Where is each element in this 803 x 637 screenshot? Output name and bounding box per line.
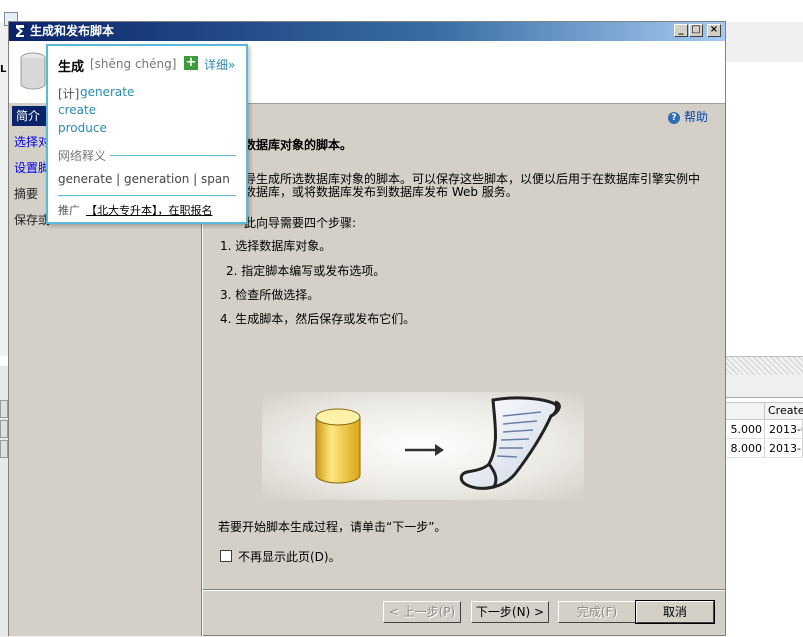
- popup-promo-label: 推广: [58, 204, 80, 217]
- step-item: 2. 指定脚本编写或发布选项。: [226, 264, 386, 278]
- help-icon: ?: [668, 111, 680, 124]
- close-icon: ×: [709, 24, 719, 35]
- sidebar-item-summary: 摘要: [14, 187, 39, 201]
- popup-domain-tag: [计]: [58, 87, 80, 101]
- background-window-top: [0, 0, 803, 22]
- popup-detail-link[interactable]: 详细»: [204, 56, 235, 73]
- help-link[interactable]: ? 帮助: [668, 108, 708, 126]
- intro-text: 导生成所选数据库对象的脚本。可以保存这些脚本，以便以后用于在数据库引擎实例中 数…: [244, 173, 714, 199]
- popup-definition[interactable]: generate: [80, 85, 134, 99]
- database-icon: [308, 405, 368, 489]
- dialog-title: 生成和发布脚本: [30, 24, 115, 38]
- popup-divider: [58, 195, 236, 196]
- sidebar-item-set-scripting-options[interactable]: 设置脚: [14, 158, 50, 178]
- footer-divider: [203, 589, 725, 591]
- sidebar-item-choose-objects[interactable]: 选择对: [14, 132, 50, 152]
- help-label: 帮助: [684, 110, 709, 124]
- popup-section-title: 网络释义: [58, 149, 107, 163]
- background-pane: [725, 62, 803, 356]
- minimize-icon: _: [678, 24, 684, 35]
- script-scroll-icon: [455, 394, 565, 498]
- dont-show-again-checkbox[interactable]: [220, 550, 232, 562]
- background-left-button[interactable]: [0, 440, 8, 458]
- popup-net-definitions[interactable]: generate | generation | span: [58, 172, 230, 186]
- popup-word: 生成: [58, 60, 85, 75]
- wizard-header-icon: [18, 50, 48, 92]
- close-button[interactable]: ×: [707, 24, 721, 37]
- background-left-button[interactable]: [0, 420, 8, 438]
- steps-intro: 此向导需要四个步骤:: [244, 216, 357, 230]
- grid-cell[interactable]: 8.000: [725, 439, 765, 458]
- maximize-button[interactable]: □: [689, 24, 703, 37]
- grid-header-cell: [725, 402, 765, 420]
- next-button[interactable]: 下一步(N) >: [471, 601, 549, 623]
- sidebar-item-save-or-publish: 保存或: [14, 213, 51, 227]
- step-item: 3. 检查所做选择。: [220, 288, 320, 302]
- start-instruction: 若要开始脚本生成过程，请单击“下一步”。: [218, 520, 447, 534]
- grid-cell[interactable]: 2013-1: [765, 439, 803, 458]
- grid-cell[interactable]: 5.000: [725, 420, 765, 439]
- step-item: 1. 选择数据库对象。: [220, 239, 332, 253]
- background-scrollbar[interactable]: [725, 356, 803, 375]
- page-heading: 数据库对象的脚本。: [244, 138, 353, 152]
- popup-promo-link[interactable]: 【北大专升本】，在职报名: [86, 202, 213, 218]
- step-item: 4. 生成脚本，然后保存或发布它们。: [220, 312, 416, 326]
- cancel-button[interactable]: 取消: [635, 600, 715, 624]
- popup-definition[interactable]: produce: [58, 121, 107, 135]
- add-to-wordbook-icon[interactable]: +: [184, 56, 198, 70]
- arrow-right-icon: [403, 442, 445, 458]
- grid-cell[interactable]: 2013-0: [765, 420, 803, 439]
- dialog-title-bar[interactable]: [9, 22, 725, 41]
- background-left-button[interactable]: [0, 400, 8, 418]
- popup-section-rule: [110, 155, 236, 156]
- back-button[interactable]: < 上一步(P): [383, 601, 461, 623]
- intro-line: 数据库，或将数据库发布到数据库发布 Web 服务。: [244, 185, 518, 199]
- dont-show-again-label[interactable]: 不再显示此页(D)。: [238, 548, 341, 565]
- sidebar-item-introduction[interactable]: 简介: [12, 106, 46, 126]
- popup-definition[interactable]: create: [58, 103, 96, 117]
- minimize-button[interactable]: _: [674, 24, 688, 37]
- popup-pinyin: [shēng chéng]: [90, 57, 177, 71]
- maximize-icon: □: [691, 24, 701, 35]
- sql-script-wizard-icon: [13, 24, 27, 38]
- finish-button[interactable]: 完成(F): [558, 601, 636, 623]
- grid-header-createtime[interactable]: CreateT: [764, 402, 803, 420]
